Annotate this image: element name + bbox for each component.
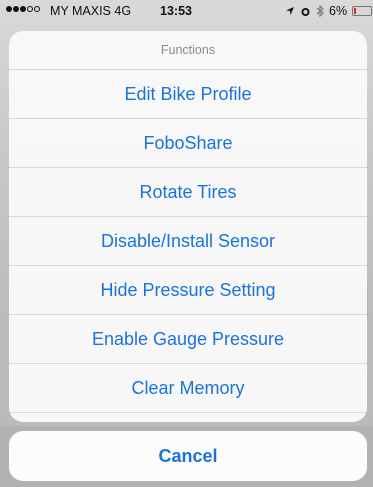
enable-gauge-pressure-button[interactable]: Enable Gauge Pressure [9, 315, 367, 364]
status-bar: MY MAXIS 4G 13:53 6% [0, 0, 373, 22]
action-sheet-title: Functions [9, 31, 367, 70]
location-arrow-icon [286, 7, 294, 15]
rotate-tires-button[interactable]: Rotate Tires [9, 168, 367, 217]
bluetooth-icon [316, 5, 324, 17]
battery-icon [352, 6, 373, 16]
edit-bike-profile-button[interactable]: Edit Bike Profile [9, 70, 367, 119]
disable-install-sensor-button[interactable]: Disable/Install Sensor [9, 217, 367, 266]
status-time: 13:53 [160, 4, 192, 18]
clear-memory-button[interactable]: Clear Memory [9, 364, 367, 413]
hide-pressure-setting-button[interactable]: Hide Pressure Setting [9, 266, 367, 315]
foboshare-button[interactable]: FoboShare [9, 119, 367, 168]
network-type: 4G [114, 4, 132, 18]
alarm-icon [301, 7, 310, 16]
cancel-button[interactable]: Cancel [9, 431, 367, 481]
signal-strength-icon [6, 6, 40, 12]
status-right-group: 6% [285, 4, 373, 18]
carrier-label: MY MAXIS [50, 4, 111, 18]
carrier-name: MY MAXIS 4G [50, 4, 131, 18]
battery-percent: 6% [329, 4, 348, 18]
action-sheet: Functions Edit Bike Profile FoboShare Ro… [9, 31, 367, 422]
